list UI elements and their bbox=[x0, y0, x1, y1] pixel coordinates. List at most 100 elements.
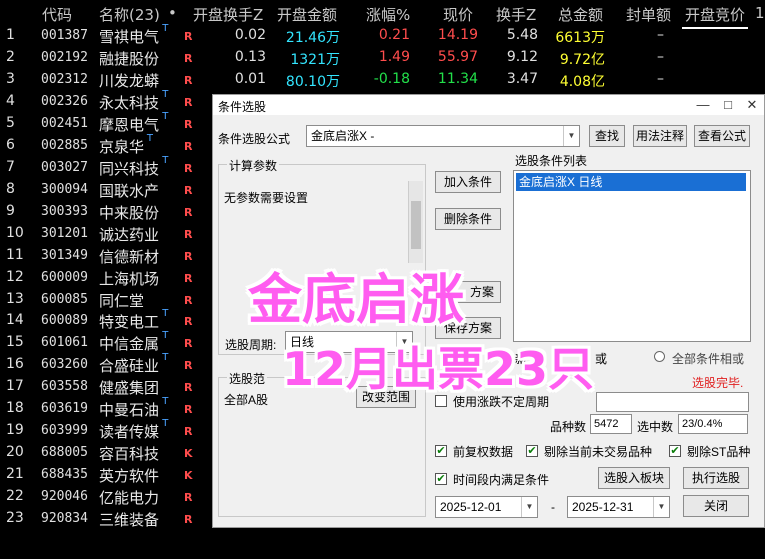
row-index: 21 bbox=[6, 466, 24, 483]
to-block-button[interactable]: 选股入板块 bbox=[598, 467, 670, 489]
timerange-checkbox[interactable]: ✔ bbox=[435, 473, 447, 485]
chevron-down-icon[interactable]: ▼ bbox=[521, 497, 537, 517]
stock-code: 002192 bbox=[41, 49, 88, 65]
header-open-amount[interactable]: 开盘金额 bbox=[277, 4, 337, 25]
params-scrollbar[interactable] bbox=[408, 181, 423, 263]
stock-name: 合盛硅业 bbox=[99, 357, 160, 376]
total-amount: 9.72亿 bbox=[559, 51, 605, 68]
stock-name: 读者传媒 bbox=[99, 423, 160, 442]
stock-code: 001387 bbox=[41, 28, 88, 43]
stock-code: 301349 bbox=[41, 247, 88, 263]
chevron-down-icon[interactable]: ▼ bbox=[563, 126, 579, 146]
open-turnover: 0.01 bbox=[234, 70, 266, 87]
stock-name: 永太科技 bbox=[99, 93, 160, 112]
row-index: 22 bbox=[6, 488, 24, 505]
turnover: 3.47 bbox=[506, 70, 538, 87]
condition-list-label: 选股条件列表 bbox=[515, 154, 588, 168]
end-date-picker[interactable]: 2025-12-31 ▼ bbox=[567, 496, 670, 518]
stock-code: 603999 bbox=[41, 423, 88, 439]
stock-name: 信德新材 bbox=[99, 247, 160, 266]
stock-flag: R bbox=[184, 491, 193, 505]
overlay-subtitle: 12月出票23只 bbox=[282, 342, 595, 396]
run-screen-button[interactable]: 执行选股 bbox=[683, 467, 749, 489]
price: 11.34 bbox=[437, 70, 478, 87]
condition-list[interactable]: 金底启涨X 日线 bbox=[513, 170, 751, 342]
row-index: 9 bbox=[6, 202, 15, 219]
view-formula-button[interactable]: 查看公式 bbox=[694, 125, 750, 147]
header-turnover[interactable]: 换手Z bbox=[496, 4, 536, 25]
all-or-radio[interactable] bbox=[654, 351, 665, 362]
params-group-label: 计算参数 bbox=[227, 157, 280, 174]
header-code[interactable]: 代码 bbox=[42, 4, 72, 25]
open-turnover: 0.02 bbox=[234, 27, 266, 43]
stock-name: 同兴科技 bbox=[99, 159, 160, 178]
header-open-turnover[interactable]: 开盘换手Z bbox=[193, 4, 263, 25]
stock-name: 特变电工 bbox=[99, 313, 160, 332]
delete-condition-button[interactable]: 删除条件 bbox=[435, 208, 501, 230]
change-pct: 1.49 bbox=[378, 48, 410, 65]
row-index: 16 bbox=[6, 356, 24, 373]
close-icon[interactable]: ✕ bbox=[740, 96, 764, 114]
condition-item[interactable]: 金底启涨X 日线 bbox=[516, 173, 746, 191]
header-name[interactable]: 名称(23) bbox=[99, 4, 160, 25]
minimize-icon[interactable]: — bbox=[691, 96, 715, 114]
overlay-title: 金底启涨 bbox=[248, 268, 464, 331]
table-row[interactable]: 1 001387 雪祺电气 R T 0.02 21.46万 0.21 14.19 5.48 6613… bbox=[0, 23, 765, 47]
header-change-pct[interactable]: 涨幅% bbox=[366, 4, 410, 25]
add-condition-button[interactable]: 加入条件 bbox=[435, 171, 501, 193]
stock-flag: R bbox=[184, 30, 193, 43]
row-index: 3 bbox=[6, 70, 15, 87]
header-total-amount[interactable]: 总金额 bbox=[558, 4, 603, 25]
open-amount: 21.46万 bbox=[285, 30, 340, 46]
table-row[interactable]: 2 002192 融捷股份 R 0.13 1321万 1.49 55.97 9.12 9.72亿 – bbox=[0, 47, 765, 69]
usage-notes-button[interactable]: 用法注释 bbox=[633, 125, 687, 147]
row-index: 14 bbox=[6, 312, 24, 329]
margin-tag: T bbox=[162, 23, 169, 34]
stock-flag: R bbox=[184, 337, 193, 351]
no-trade-checkbox[interactable]: ✔ bbox=[526, 445, 538, 457]
no-st-checkbox[interactable]: ✔ bbox=[669, 445, 681, 457]
stock-code: 600085 bbox=[41, 291, 88, 307]
formula-label: 条件选股公式 bbox=[218, 132, 291, 146]
dialog-titlebar[interactable]: 条件选股 — □ ✕ bbox=[213, 95, 764, 115]
stock-name: 健盛集团 bbox=[99, 379, 160, 398]
stock-flag: R bbox=[184, 73, 193, 87]
params-scroll-thumb[interactable] bbox=[411, 201, 421, 249]
uncertain-period-field[interactable] bbox=[596, 392, 749, 412]
row-index: 23 bbox=[6, 510, 24, 527]
row-index: 7 bbox=[6, 158, 15, 175]
stock-flag: R bbox=[184, 95, 193, 109]
chevron-down-icon[interactable]: ▼ bbox=[653, 497, 669, 517]
start-date-picker[interactable]: 2025-12-01 ▼ bbox=[435, 496, 538, 518]
price: 14.19 bbox=[437, 27, 478, 43]
price: 55.97 bbox=[437, 48, 478, 65]
close-button[interactable]: 关闭 bbox=[683, 495, 749, 517]
formula-select[interactable]: 金底启涨X - ▼ bbox=[306, 125, 580, 147]
find-button[interactable]: 查找 bbox=[589, 125, 625, 147]
picked-field: 23/0.4% bbox=[678, 414, 748, 434]
stock-code: 002885 bbox=[41, 137, 88, 153]
maximize-icon[interactable]: □ bbox=[716, 96, 740, 114]
row-index: 18 bbox=[6, 400, 24, 417]
stock-name: 京泉华 bbox=[99, 137, 145, 156]
picked-label: 选中数 bbox=[637, 420, 674, 434]
header-open-auction[interactable]: 开盘竞价 bbox=[685, 4, 745, 25]
table-row[interactable]: 3 002312 川发龙蟒 R 0.01 80.10万 -0.18 11.34 3.47 4.08… bbox=[0, 69, 765, 91]
stock-flag: R bbox=[184, 315, 193, 329]
row-index: 11 bbox=[6, 246, 24, 263]
header-price[interactable]: 现价 bbox=[443, 4, 473, 25]
adjust-checkbox[interactable]: ✔ bbox=[435, 445, 447, 457]
stock-flag: K bbox=[184, 469, 193, 483]
status-text: 选股完毕. bbox=[692, 376, 744, 390]
stock-code: 600089 bbox=[41, 313, 88, 329]
row-index: 4 bbox=[6, 92, 15, 109]
stock-name: 雪祺电气 bbox=[99, 28, 160, 46]
all-or-label[interactable]: 全部条件相或 bbox=[672, 350, 744, 367]
stock-flag: R bbox=[184, 183, 193, 197]
row-index: 10 bbox=[6, 224, 24, 241]
date-separator: - bbox=[551, 500, 555, 514]
stock-flag: R bbox=[184, 293, 193, 307]
header-seal-amount[interactable]: 封单额 bbox=[626, 4, 671, 25]
stock-flag: R bbox=[184, 359, 193, 373]
stock-name: 同仁堂 bbox=[99, 291, 145, 310]
